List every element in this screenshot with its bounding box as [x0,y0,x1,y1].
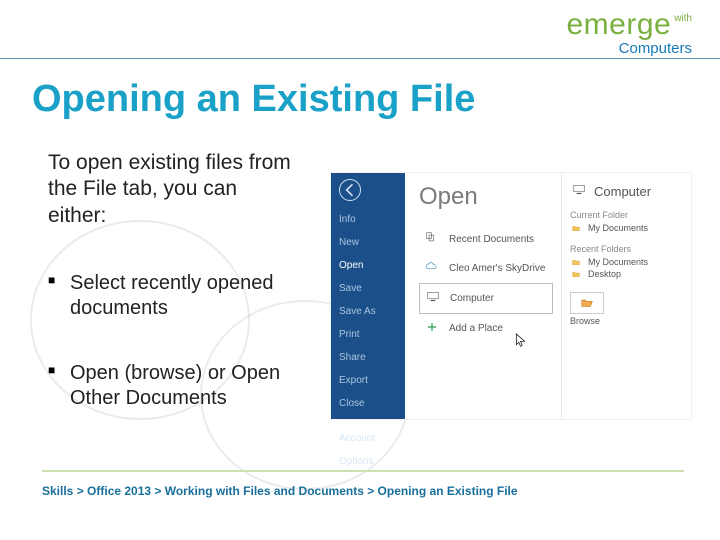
intro-text: To open existing files from the File tab… [48,150,298,229]
browse-button-group: Browse [570,292,681,326]
folder-row[interactable]: My Documents [570,222,681,234]
folder-icon [570,258,582,267]
text-column: To open existing files from the File tab… [48,150,298,451]
open-source-computer[interactable]: Computer [419,283,553,314]
brand-word-with: with [674,10,692,24]
sidebar-spacer [339,416,405,426]
open-source-recent[interactable]: Recent Documents [419,225,553,254]
open-source-add-place[interactable]: Add a Place [419,314,553,343]
open-middle-column: Open Recent Documents Cleo Amer's SkyDri… [405,173,561,419]
recent-icon [423,231,441,248]
back-icon[interactable] [339,179,361,201]
folder-icon [570,270,582,279]
open-source-label: Cleo Amer's SkyDrive [449,263,545,274]
brand-word-emerge: emerge [566,10,671,40]
open-heading: Open [419,183,553,211]
browse-button[interactable] [570,292,604,314]
backstage-sidebar: Info New Open Save Save As Print Share E… [331,173,405,419]
right-heading: Computer [570,183,681,200]
footer-rule [42,470,684,472]
sidebar-item-account[interactable]: Account [339,428,405,449]
bullet-item: Select recently opened documents [48,271,298,321]
browse-label: Browse [570,316,600,326]
computer-icon [424,290,442,307]
sidebar-item-share[interactable]: Share [339,347,405,368]
open-folder-icon [577,296,597,310]
open-source-label: Computer [450,293,494,304]
sidebar-item-options[interactable]: Options [339,451,405,472]
folder-name: Desktop [588,269,621,279]
brand-word-computers: Computers [619,40,692,57]
open-source-label: Recent Documents [449,234,534,245]
sidebar-item-info[interactable]: Info [339,209,405,230]
sidebar-item-close[interactable]: Close [339,393,405,414]
open-right-column: Computer Current Folder My Documents Rec… [561,173,691,419]
slide: emerge with Computers Opening an Existin… [0,0,720,540]
brand-logo: emerge with Computers [566,10,692,40]
office-open-screenshot: Info New Open Save Save As Print Share E… [330,172,692,420]
folder-name: My Documents [588,223,648,233]
sidebar-item-open[interactable]: Open [339,255,405,276]
header-rule [0,58,720,59]
current-folder-label: Current Folder [570,210,681,220]
open-source-label: Add a Place [449,323,503,334]
open-source-skydrive[interactable]: Cleo Amer's SkyDrive [419,254,553,283]
right-heading-label: Computer [594,184,651,199]
page-title: Opening an Existing File [32,78,475,121]
sidebar-item-save[interactable]: Save [339,278,405,299]
sidebar-item-new[interactable]: New [339,232,405,253]
sidebar-item-save-as[interactable]: Save As [339,301,405,322]
add-icon [423,320,441,337]
sidebar-item-print[interactable]: Print [339,324,405,345]
cloud-icon [423,260,441,277]
folder-name: My Documents [588,257,648,267]
folder-row[interactable]: My Documents [570,256,681,268]
bullet-list: Select recently opened documents Open (b… [48,271,298,411]
bullet-item: Open (browse) or Open Other Documents [48,361,298,411]
breadcrumb: Skills > Office 2013 > Working with File… [42,484,518,498]
folder-row[interactable]: Desktop [570,268,681,280]
computer-icon [570,183,588,200]
sidebar-item-export[interactable]: Export [339,370,405,391]
recent-folders-label: Recent Folders [570,244,681,254]
cursor-icon [515,333,526,348]
folder-icon [570,224,582,233]
